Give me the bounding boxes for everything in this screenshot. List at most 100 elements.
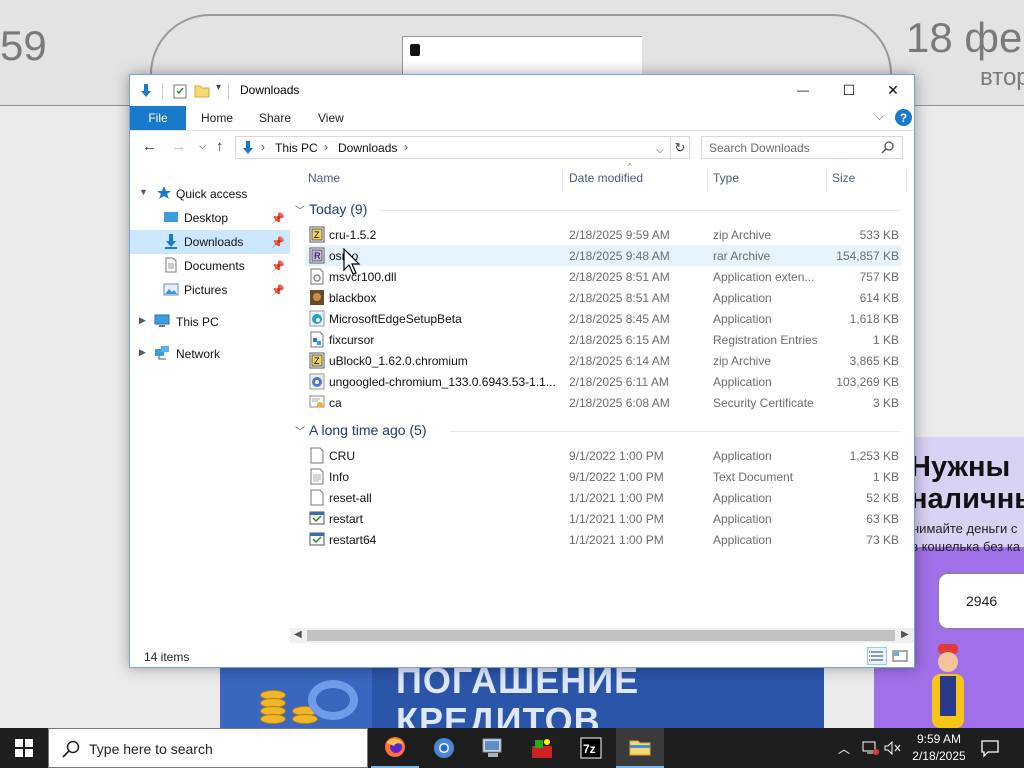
tab-share[interactable]: Share xyxy=(259,111,291,125)
search-icon[interactable] xyxy=(880,140,896,156)
taskbar-app-7zip[interactable]: 7z xyxy=(567,728,615,768)
large-icons-view-button[interactable] xyxy=(890,647,910,665)
taskbar-app-chrome[interactable] xyxy=(420,728,468,768)
help-button[interactable]: ? xyxy=(895,109,912,126)
group-header-long-ago[interactable]: ﹀ A long time ago (5) xyxy=(295,422,427,438)
tab-home[interactable]: Home xyxy=(201,111,233,125)
maximize-button[interactable]: ☐ xyxy=(826,75,872,105)
up-arrow-icon[interactable]: ↑ xyxy=(216,138,224,155)
horizontal-scrollbar[interactable]: ◀ ▶ xyxy=(290,628,914,643)
breadcrumb-this-pc[interactable]: This PC xyxy=(275,141,318,155)
collapse-chevron-icon[interactable]: ▼ xyxy=(139,187,148,197)
file-row[interactable]: ca 2/18/2025 6:08 AM Security Certificat… xyxy=(305,392,901,413)
column-header-date[interactable]: Date modified xyxy=(569,171,643,185)
expand-chevron-icon[interactable]: ▶ xyxy=(139,315,146,326)
start-button[interactable] xyxy=(0,728,48,768)
breadcrumb-chevron-icon[interactable]: › xyxy=(261,140,265,154)
breadcrumb-downloads[interactable]: Downloads xyxy=(338,141,397,155)
nav-item-downloads[interactable]: Downloads 📌 xyxy=(130,230,290,254)
file-row[interactable]: CRU 9/1/2022 1:00 PM Application 1,253 K… xyxy=(305,445,901,466)
file-row[interactable]: restart64 1/1/2021 1:00 PM Application 7… xyxy=(305,529,901,550)
taskbar-search-box[interactable]: Type here to search xyxy=(48,728,368,768)
volume-muted-icon[interactable] xyxy=(884,740,902,756)
taskbar-clock-date[interactable]: 2/18/2025 xyxy=(906,749,972,763)
file-row[interactable]: blackbox 2/18/2025 8:51 AM Application 6… xyxy=(305,287,901,308)
details-view-button[interactable] xyxy=(867,647,887,665)
taskbar-app-firefox[interactable] xyxy=(371,728,419,768)
file-row[interactable]: Info 9/1/2022 1:00 PM Text Document 1 KB xyxy=(305,466,901,487)
collapse-chevron-icon[interactable]: ﹀ xyxy=(295,427,305,438)
pin-icon[interactable]: 📌 xyxy=(271,284,285,297)
taskbar-app-computer[interactable] xyxy=(469,728,517,768)
refresh-button[interactable]: ↻ xyxy=(671,136,690,159)
breadcrumb-chevron-icon[interactable]: › xyxy=(324,140,328,154)
column-divider[interactable] xyxy=(826,170,827,192)
close-button[interactable]: ✕ xyxy=(870,75,914,105)
column-header-name[interactable]: Name xyxy=(308,171,340,185)
breadcrumb-chevron-icon[interactable]: › xyxy=(404,140,408,154)
collapse-chevron-icon[interactable]: ﹀ xyxy=(295,206,305,217)
taskbar-app-program[interactable] xyxy=(518,728,566,768)
tab-file[interactable]: File xyxy=(130,106,186,130)
file-row[interactable]: Z uBlock0_1.62.0.chromium 2/18/2025 6:14… xyxy=(305,350,901,371)
nav-network[interactable]: ▶ Network xyxy=(130,342,290,366)
search-box[interactable] xyxy=(701,136,903,159)
scroll-right-icon[interactable]: ▶ xyxy=(901,629,909,640)
pin-icon[interactable]: 📌 xyxy=(271,236,285,249)
file-row[interactable]: restart 1/1/2021 1:00 PM Application 63 … xyxy=(305,508,901,529)
file-row[interactable]: ungoogled-chromium_133.0.6943.53-1.1... … xyxy=(305,371,901,392)
expand-chevron-icon[interactable]: ▶ xyxy=(139,347,146,358)
scrollbar-thumb[interactable] xyxy=(307,630,895,641)
notification-center-icon[interactable] xyxy=(980,738,1000,758)
pin-icon[interactable]: 📌 xyxy=(271,212,285,225)
group-divider xyxy=(450,431,900,432)
network-icon[interactable] xyxy=(862,740,880,756)
ad-title-2: наличны xyxy=(910,483,1024,515)
group-divider xyxy=(380,210,900,211)
nav-quick-access[interactable]: ▼ Quick access xyxy=(130,182,290,206)
new-folder-icon[interactable] xyxy=(194,83,210,99)
column-header-type[interactable]: Type xyxy=(713,171,739,185)
nav-item-documents[interactable]: Documents 📌 xyxy=(130,254,290,278)
back-arrow-icon[interactable]: ← xyxy=(142,138,157,155)
expand-ribbon-icon[interactable]: ⌵ xyxy=(875,109,884,124)
background-clock-date: 18 фе xyxy=(906,14,1023,61)
address-dropdown-icon[interactable]: ⌵ xyxy=(656,145,664,156)
group-header-today[interactable]: ﹀ Today (9) xyxy=(295,201,367,217)
search-icon xyxy=(62,740,80,758)
bottom-ad-banner[interactable]: ПОГАШЕНИЕ КРЕДИТОВ xyxy=(220,660,824,728)
recent-locations-icon[interactable]: ⌵ xyxy=(199,141,206,152)
file-row[interactable]: Z cru-1.5.2 2/18/2025 9:59 AM zip Archiv… xyxy=(305,224,901,245)
address-bar[interactable]: › This PC › Downloads › ⌵ xyxy=(235,136,671,159)
customize-toolbar-icon[interactable]: ▾ xyxy=(216,82,221,93)
app-icon xyxy=(532,739,552,758)
taskbar-app-file-explorer[interactable] xyxy=(616,728,664,768)
file-row[interactable]: fixcursor 2/18/2025 6:15 AM Registration… xyxy=(305,329,901,350)
column-header-size[interactable]: Size xyxy=(832,171,855,185)
nav-item-pictures[interactable]: Pictures 📌 xyxy=(130,278,290,302)
file-row[interactable]: R osmo 2/18/2025 9:48 AM rar Archive 154… xyxy=(305,245,901,266)
file-row[interactable]: reset-all 1/1/2021 1:00 PM Application 5… xyxy=(305,487,901,508)
file-name: MicrosoftEdgeSetupBeta xyxy=(329,312,462,326)
nav-item-desktop[interactable]: Desktop 📌 xyxy=(130,206,290,230)
column-divider[interactable] xyxy=(906,170,907,192)
file-explorer-window[interactable]: ▾ Downloads — ☐ ✕ File Home Share View ⌵… xyxy=(129,74,915,668)
properties-icon[interactable] xyxy=(172,83,188,99)
forward-arrow-icon[interactable]: → xyxy=(171,138,186,155)
nav-this-pc[interactable]: ▶ This PC xyxy=(130,310,290,334)
search-input[interactable] xyxy=(702,137,882,158)
tab-view[interactable]: View xyxy=(318,111,344,125)
desktop-icon xyxy=(164,212,178,222)
file-row[interactable]: MicrosoftEdgeSetupBeta 2/18/2025 8:45 AM… xyxy=(305,308,901,329)
minimize-button[interactable]: — xyxy=(780,75,826,105)
column-divider[interactable] xyxy=(562,170,563,192)
pin-icon[interactable]: 📌 xyxy=(271,260,285,273)
show-hidden-icons-icon[interactable]: ︿ xyxy=(838,740,850,757)
file-row[interactable]: msvcr100.dll 2/18/2025 8:51 AM Applicati… xyxy=(305,266,901,287)
column-divider[interactable] xyxy=(707,170,708,192)
title-bar[interactable]: ▾ Downloads — ☐ ✕ xyxy=(130,75,914,106)
svg-text:Z: Z xyxy=(314,356,320,366)
taskbar-clock-time[interactable]: 9:59 AM xyxy=(906,732,972,746)
scroll-left-icon[interactable]: ◀ xyxy=(294,629,302,640)
file-type: Application xyxy=(713,491,772,505)
